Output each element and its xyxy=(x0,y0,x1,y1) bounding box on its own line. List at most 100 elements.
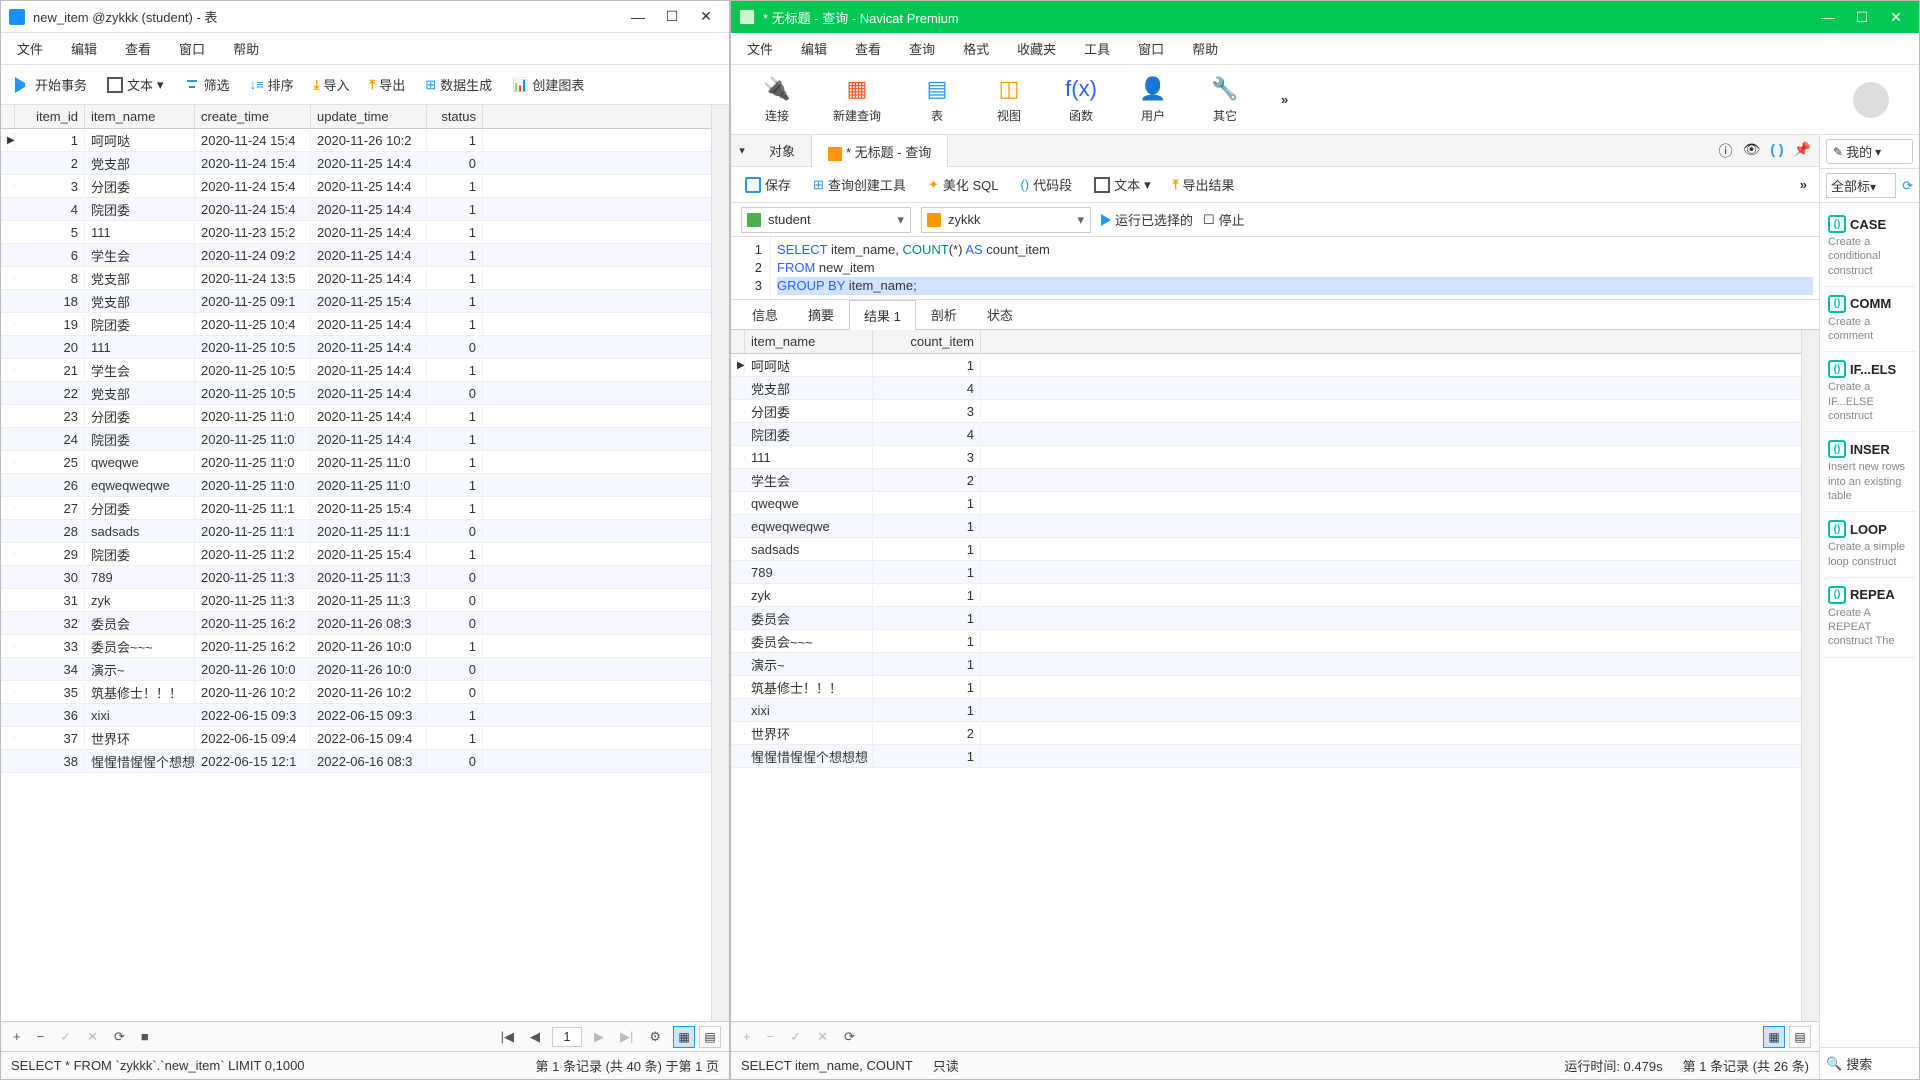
table-row[interactable]: 21学生会2020-11-25 10:52020-11-25 14:41 xyxy=(1,359,711,382)
toolbar-用户[interactable]: 👤用户 xyxy=(1137,75,1169,124)
table-row[interactable]: 27分团委2020-11-25 11:12020-11-25 15:41 xyxy=(1,497,711,520)
menu-item[interactable]: 窗口 xyxy=(1138,39,1164,58)
result-row[interactable]: 7891 xyxy=(731,561,1801,584)
table-row[interactable]: 37世界环2022-06-15 09:42022-06-15 09:41 xyxy=(1,727,711,750)
result-tab[interactable]: 摘要 xyxy=(793,299,849,329)
toolbar-新建查询[interactable]: ▦新建查询 xyxy=(833,75,881,124)
table-row[interactable]: 2党支部2020-11-24 15:42020-11-25 14:40 xyxy=(1,152,711,175)
table-row[interactable]: 36xixi2022-06-15 09:32022-06-15 09:31 xyxy=(1,704,711,727)
table-row[interactable]: 51112020-11-23 15:22020-11-25 14:41 xyxy=(1,221,711,244)
toolbar-函数[interactable]: f(x)函数 xyxy=(1065,75,1097,124)
table-row[interactable]: 19院团委2020-11-25 10:42020-11-25 14:41 xyxy=(1,313,711,336)
commit-button[interactable]: ✓ xyxy=(56,1027,75,1047)
snippet-group-select[interactable]: ✎ 我的 ▾ xyxy=(1826,139,1913,164)
tab-query[interactable]: * 无标题 - 查询 xyxy=(812,135,948,167)
delete-button[interactable]: − xyxy=(763,1027,779,1046)
prev-page-button[interactable]: ◀ xyxy=(526,1027,544,1047)
grid-view-button[interactable]: ▦ xyxy=(673,1026,695,1048)
database-select[interactable]: student xyxy=(741,207,911,233)
export-button[interactable]: ⤒导出结果 xyxy=(1169,173,1239,196)
menu-item[interactable]: 编辑 xyxy=(801,39,827,58)
result-row[interactable]: 惺惺惜惺惺个想想想1 xyxy=(731,745,1801,768)
tag-select[interactable]: 全部标▾ xyxy=(1826,173,1896,198)
table-row[interactable]: 31zyk2020-11-25 11:32020-11-25 11:30 xyxy=(1,589,711,612)
settings-icon[interactable]: ⚙ xyxy=(645,1027,665,1047)
table-row[interactable]: 28sadsads2020-11-25 11:12020-11-25 11:10 xyxy=(1,520,711,543)
result-row[interactable]: 院团委4 xyxy=(731,423,1801,446)
maximize-button[interactable]: ☐ xyxy=(1855,10,1869,24)
column-header[interactable]: status xyxy=(427,105,483,128)
maximize-button[interactable]: ☐ xyxy=(665,10,679,24)
tab-objects[interactable]: 对象 xyxy=(753,135,812,166)
form-view-button[interactable]: ▤ xyxy=(699,1026,721,1048)
result-row[interactable]: 党支部4 xyxy=(731,377,1801,400)
snippet-item[interactable]: ()INSERInsert new rows into an existing … xyxy=(1824,432,1915,512)
brackets-icon[interactable]: ( ) xyxy=(1770,141,1783,161)
eye-icon[interactable]: 👁 xyxy=(1743,141,1761,161)
menu-item[interactable]: 窗口 xyxy=(179,39,205,58)
text-button[interactable]: 文本 ▾ xyxy=(103,73,168,96)
result-row[interactable]: 学生会2 xyxy=(731,469,1801,492)
table-row[interactable]: 33委员会~~~2020-11-25 16:22020-11-26 10:01 xyxy=(1,635,711,658)
menu-item[interactable]: 查询 xyxy=(909,39,935,58)
column-header[interactable]: item_id xyxy=(15,105,85,128)
filter-button[interactable]: 筛选 xyxy=(180,73,234,96)
export-button[interactable]: ⤒导出 xyxy=(365,73,409,96)
avatar[interactable] xyxy=(1853,82,1889,118)
snippet-item[interactable]: ()COMMCreate a comment xyxy=(1824,287,1915,353)
info-icon[interactable]: ⓘ xyxy=(1719,141,1733,161)
add-button[interactable]: + xyxy=(739,1027,755,1046)
result-row[interactable]: 委员会~~~1 xyxy=(731,630,1801,653)
menu-item[interactable]: 帮助 xyxy=(1192,39,1218,58)
scrollbar[interactable] xyxy=(1801,330,1819,1021)
cancel-button[interactable]: ✕ xyxy=(813,1027,832,1047)
sort-button[interactable]: ↓≡排序 xyxy=(246,73,298,96)
last-page-button[interactable]: ▶| xyxy=(616,1027,637,1047)
snippet-button[interactable]: ()代码段 xyxy=(1016,173,1076,196)
text-button[interactable]: 文本 ▾ xyxy=(1090,173,1155,196)
cancel-button[interactable]: ✕ xyxy=(83,1027,102,1047)
result-tab[interactable]: 结果 1 xyxy=(849,300,916,330)
result-row[interactable]: sadsads1 xyxy=(731,538,1801,561)
table-row[interactable]: 23分团委2020-11-25 11:02020-11-25 14:41 xyxy=(1,405,711,428)
result-row[interactable]: 委员会1 xyxy=(731,607,1801,630)
collapse-button[interactable]: ▾ xyxy=(731,144,753,157)
stop-button[interactable]: ☐停止 xyxy=(1203,210,1245,229)
form-view-button[interactable]: ▤ xyxy=(1789,1026,1811,1048)
table-row[interactable]: 34演示~2020-11-26 10:02020-11-26 10:00 xyxy=(1,658,711,681)
menu-item[interactable]: 编辑 xyxy=(71,39,97,58)
grid-view-button[interactable]: ▦ xyxy=(1763,1026,1785,1048)
data-grid[interactable]: ▶1呵呵哒2020-11-24 15:42020-11-26 10:212党支部… xyxy=(1,129,711,1021)
add-row-button[interactable]: + xyxy=(9,1027,25,1046)
menu-item[interactable]: 查看 xyxy=(125,39,151,58)
result-row[interactable]: eqweqweqwe1 xyxy=(731,515,1801,538)
result-grid[interactable]: ▶呵呵哒1党支部4分团委3院团委41113学生会2qweqwe1eqweqweq… xyxy=(731,354,1801,1021)
result-tab[interactable]: 剖析 xyxy=(916,299,972,329)
table-row[interactable]: 25qweqwe2020-11-25 11:02020-11-25 11:01 xyxy=(1,451,711,474)
refresh-button[interactable]: ⟳ xyxy=(110,1027,129,1047)
chart-button[interactable]: 📊创建图表 xyxy=(508,73,588,96)
menu-item[interactable]: 帮助 xyxy=(233,39,259,58)
more-button[interactable]: » xyxy=(1800,177,1809,192)
minimize-button[interactable]: — xyxy=(631,10,645,24)
beautify-button[interactable]: ✦美化 SQL xyxy=(924,173,1003,196)
commit-button[interactable]: ✓ xyxy=(786,1027,805,1047)
table-row[interactable]: 35筑基修士！！！2020-11-26 10:22020-11-26 10:20 xyxy=(1,681,711,704)
pin-icon[interactable]: 📌 xyxy=(1794,141,1811,161)
close-button[interactable]: ✕ xyxy=(699,10,713,24)
import-button[interactable]: ⤓导入 xyxy=(310,73,354,96)
column-header[interactable]: create_time xyxy=(195,105,311,128)
table-row[interactable]: 29院团委2020-11-25 11:22020-11-25 15:41 xyxy=(1,543,711,566)
table-row[interactable]: ▶1呵呵哒2020-11-24 15:42020-11-26 10:21 xyxy=(1,129,711,152)
result-row[interactable]: 演示~1 xyxy=(731,653,1801,676)
schema-select[interactable]: zykkk xyxy=(921,207,1091,233)
column-header[interactable]: item_name xyxy=(85,105,195,128)
table-row[interactable]: 18党支部2020-11-25 09:12020-11-25 15:41 xyxy=(1,290,711,313)
delete-row-button[interactable]: − xyxy=(33,1027,49,1046)
begin-transaction-button[interactable]: 开始事务 xyxy=(11,73,91,96)
snippet-search[interactable]: 🔍 搜索 xyxy=(1820,1047,1919,1079)
refresh-button[interactable]: ⟳ xyxy=(840,1027,859,1047)
snippet-list[interactable]: ()CASECreate a conditional construct()CO… xyxy=(1820,203,1919,1047)
toolbar-视图[interactable]: ◫视图 xyxy=(993,75,1025,124)
table-row[interactable]: 22党支部2020-11-25 10:52020-11-25 14:40 xyxy=(1,382,711,405)
